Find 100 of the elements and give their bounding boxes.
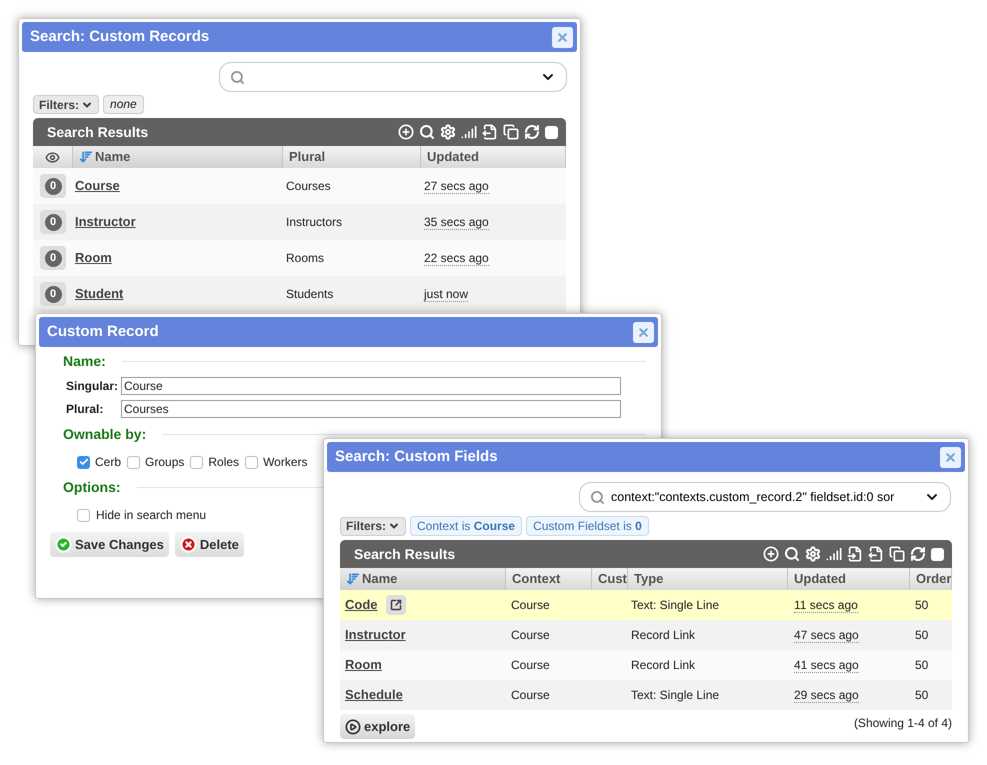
search-field[interactable]: context:"contexts.custom_record.2" fieldset.id:0 sor: [579, 482, 951, 512]
external-link-icon: [390, 599, 402, 611]
results-title: Search Results: [354, 544, 456, 564]
window-title: Search: Custom Records: [30, 26, 210, 47]
close-icon: [556, 30, 569, 44]
column-header[interactable]: Name: [340, 568, 506, 590]
settings-icon: [805, 546, 821, 562]
section-heading: Ownable by:: [62, 425, 148, 444]
close-icon: [944, 450, 957, 464]
timestamp: just now: [424, 287, 468, 302]
signal-bars-icon: [461, 124, 477, 140]
filters-dropdown[interactable]: Filters:: [33, 95, 100, 114]
filter-chip[interactable]: Context is Course: [410, 516, 522, 536]
checkbox-label: Workers: [263, 454, 308, 471]
table-row[interactable]: Instructor Course Record Link 47 secs ago 50: [340, 620, 952, 650]
table-cell: 50: [915, 658, 928, 672]
file-import-icon: [847, 546, 863, 562]
check-circle-icon: [55, 536, 72, 553]
table-cell: Course: [511, 598, 550, 612]
table-cell: Courses: [286, 179, 331, 193]
explore-button[interactable]: explore: [340, 714, 416, 739]
record-link[interactable]: Student: [75, 286, 124, 302]
column-header[interactable]: Updated: [421, 146, 566, 168]
file-export-icon: [868, 546, 884, 562]
table-cell: Record Link: [631, 658, 696, 672]
field-link[interactable]: Instructor: [345, 625, 406, 645]
file-export-icon: [482, 124, 498, 140]
search-icon: [419, 124, 435, 140]
table-cell: 50: [915, 688, 928, 702]
table-cell: 50: [915, 598, 928, 612]
field-link[interactable]: Code: [345, 595, 378, 615]
timestamp: 11 secs ago: [794, 598, 858, 613]
table-row[interactable]: Schedule Course Text: Single Line 29 secs ago 50: [340, 680, 952, 710]
signal-bars-icon: [826, 546, 842, 562]
add-icon: [398, 124, 414, 140]
watchers-button[interactable]: 0: [40, 282, 66, 306]
timestamp: 22 secs ago: [424, 251, 489, 266]
checkbox[interactable]: [77, 508, 90, 522]
record-link[interactable]: Instructor: [75, 214, 136, 230]
filters-dropdown[interactable]: Filters:: [340, 516, 406, 536]
copy-icon: [503, 124, 519, 140]
section-heading: Name:: [62, 352, 107, 371]
search-icon: [230, 70, 245, 84]
timestamp: 35 secs ago: [424, 215, 489, 230]
table-row[interactable]: Room Course Record Link 41 secs ago 50: [340, 650, 952, 680]
timestamp: 27 secs ago: [424, 179, 489, 194]
table-cell: Course: [511, 658, 550, 672]
record-link[interactable]: Room: [75, 250, 112, 266]
search-field[interactable]: [219, 62, 567, 92]
text-field[interactable]: Course: [121, 377, 621, 395]
checkbox[interactable]: [127, 456, 140, 468]
close-button[interactable]: [552, 26, 573, 48]
delete-button[interactable]: Delete: [174, 532, 244, 557]
column-header[interactable]: Order: [910, 568, 952, 590]
table-cell: Record Link: [631, 628, 696, 642]
column-header[interactable]: Updated: [788, 568, 910, 590]
text-field[interactable]: Courses: [121, 400, 621, 418]
table-cell: Course: [511, 628, 550, 642]
select-all-checkbox[interactable]: [931, 548, 944, 560]
column-header[interactable]: Name: [73, 146, 283, 168]
filter-chip[interactable]: Custom Fieldset is 0: [526, 516, 649, 536]
column-header[interactable]: Type: [628, 568, 788, 590]
checkbox[interactable]: [77, 456, 90, 468]
column-header[interactable]: Plural: [283, 146, 421, 168]
play-icon: [345, 718, 361, 734]
timestamp: 41 secs ago: [794, 658, 859, 673]
search-icon: [590, 490, 605, 504]
table-cell: Text: Single Line: [631, 598, 720, 612]
eye-icon: [45, 150, 60, 164]
table-cell: 50: [915, 628, 928, 642]
select-all-checkbox[interactable]: [545, 126, 558, 138]
popup-button[interactable]: [386, 595, 406, 615]
table-cell: Course: [511, 688, 550, 702]
timestamp: 29 secs ago: [794, 688, 859, 703]
close-button[interactable]: [940, 446, 961, 468]
checkbox-label: Roles: [208, 454, 240, 471]
close-icon: [637, 326, 650, 338]
watchers-button[interactable]: 0: [40, 246, 66, 270]
add-icon: [763, 546, 779, 562]
checkbox-label: Hide in search menu: [96, 507, 206, 524]
results-count: (Showing 1-4 of 4): [854, 715, 952, 732]
checkbox[interactable]: [190, 456, 204, 468]
table-row[interactable]: Code Course Text: Single Line 11 secs ago 50: [340, 590, 952, 620]
save-button[interactable]: Save Changes: [50, 532, 169, 557]
watchers-button[interactable]: 0: [40, 210, 66, 234]
filter-chip: none: [103, 95, 144, 114]
refresh-icon: [910, 546, 926, 562]
checkbox[interactable]: [245, 456, 258, 468]
table-cell: Students: [286, 287, 334, 301]
column-header[interactable]: Cust: [592, 568, 628, 590]
checkbox-label: Cerb: [95, 454, 122, 471]
close-button[interactable]: [633, 322, 654, 342]
column-header[interactable]: Context: [506, 568, 592, 590]
sort-icon: [79, 150, 93, 164]
window-title: Custom Record: [47, 322, 159, 342]
field-link[interactable]: Schedule: [345, 685, 403, 705]
watchers-button[interactable]: 0: [40, 174, 66, 198]
record-link[interactable]: Course: [75, 178, 120, 194]
settings-icon: [440, 124, 456, 140]
field-link[interactable]: Room: [345, 655, 382, 675]
